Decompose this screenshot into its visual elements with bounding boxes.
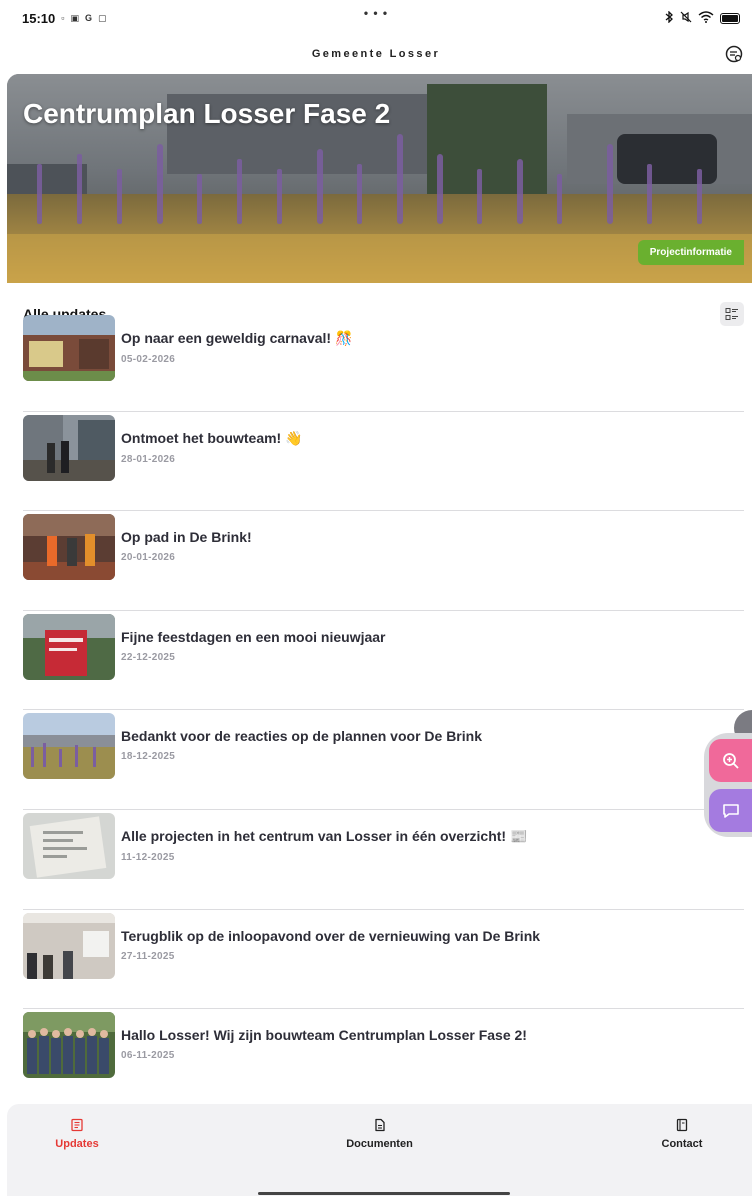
settings-list-button[interactable]	[722, 42, 746, 66]
app-title: Gemeente Losser	[311, 48, 441, 60]
update-item[interactable]: Bedankt voor de reacties op de plannen v…	[23, 710, 744, 810]
update-item[interactable]: Fijne feestdagen en een mooi nieuwjaar 2…	[23, 611, 744, 711]
bottom-navigation: Updates Documenten Contact	[7, 1104, 752, 1196]
update-title: Op naar een geweldig carnaval! 🎊	[121, 330, 353, 346]
nav-item-contact[interactable]: Contact	[612, 1104, 752, 1196]
update-thumbnail	[23, 414, 115, 481]
update-title: Hallo Losser! Wij zijn bouwteam Centrump…	[121, 1027, 527, 1044]
zoom-search-button[interactable]	[709, 739, 752, 782]
update-item[interactable]: Ontmoet het bouwteam! 👋 28-01-2026	[23, 412, 744, 512]
nav-label: Documenten	[346, 1138, 413, 1150]
update-thumbnail	[23, 315, 115, 381]
project-info-button[interactable]: Projectinformatie	[637, 240, 744, 265]
update-thumbnail	[23, 812, 115, 879]
list-settings-icon	[725, 45, 743, 63]
chat-icon	[722, 803, 739, 818]
update-thumbnail	[23, 514, 115, 581]
home-indicator[interactable]	[258, 1192, 510, 1195]
update-title: Op pad in De Brink!	[121, 529, 252, 546]
update-item[interactable]: Terugblik op de inloopavond over de vern…	[23, 910, 744, 1010]
nav-label: Contact	[661, 1138, 703, 1150]
update-thumbnail	[23, 713, 115, 780]
document-icon	[374, 1118, 385, 1132]
multitask-dots[interactable]: • • •	[0, 6, 752, 20]
update-date: 27-11-2025	[121, 950, 175, 962]
hero-title: Centrumplan Losser Fase 2	[23, 98, 391, 129]
battery-icon	[720, 12, 740, 24]
update-item[interactable]: Op pad in De Brink! 20-01-2026	[23, 511, 744, 611]
update-date: 28-01-2026	[121, 453, 176, 465]
hero-banner: Centrumplan Losser Fase 2 Projectinforma…	[7, 74, 752, 283]
update-title: Ontmoet het bouwteam! 👋	[121, 429, 303, 446]
contact-book-icon	[676, 1118, 688, 1132]
news-icon	[71, 1118, 83, 1132]
app-header: Gemeente Losser	[0, 36, 752, 72]
update-thumbnail	[23, 912, 115, 979]
floating-action-group	[704, 733, 752, 837]
nav-item-updates[interactable]: Updates	[7, 1104, 147, 1196]
nav-item-documenten[interactable]: Documenten	[147, 1104, 612, 1196]
update-thumbnail	[23, 1012, 115, 1079]
update-date: 06-11-2025	[121, 1050, 175, 1062]
update-date: 22-12-2025	[121, 651, 176, 663]
update-date: 05-02-2026	[121, 354, 176, 365]
update-thumbnail	[23, 613, 115, 680]
update-item[interactable]: Hallo Losser! Wij zijn bouwteam Centrump…	[23, 1009, 744, 1109]
zoom-in-icon	[722, 752, 739, 769]
update-date: 11-12-2025	[121, 851, 175, 863]
update-title: Terugblik op de inloopavond over de vern…	[121, 927, 541, 944]
update-item[interactable]: Op naar een geweldig carnaval! 🎊 05-02-2…	[23, 312, 744, 412]
update-date: 20-01-2026	[121, 552, 176, 564]
nav-label: Updates	[55, 1138, 99, 1150]
updates-list: Op naar een geweldig carnaval! 🎊 05-02-2…	[23, 312, 744, 1109]
update-title: Fijne feestdagen en een mooi nieuwjaar	[121, 628, 386, 645]
update-item[interactable]: Alle projecten in het centrum van Losser…	[23, 810, 744, 910]
update-title: Bedankt voor de reacties op de plannen v…	[121, 728, 482, 745]
update-date: 18-12-2025	[121, 751, 176, 763]
update-title: Alle projecten in het centrum van Losser…	[121, 827, 528, 844]
chat-button[interactable]	[709, 789, 752, 832]
status-bar: 15:10 ▫ ▣ G ▢ • • •	[0, 0, 752, 36]
